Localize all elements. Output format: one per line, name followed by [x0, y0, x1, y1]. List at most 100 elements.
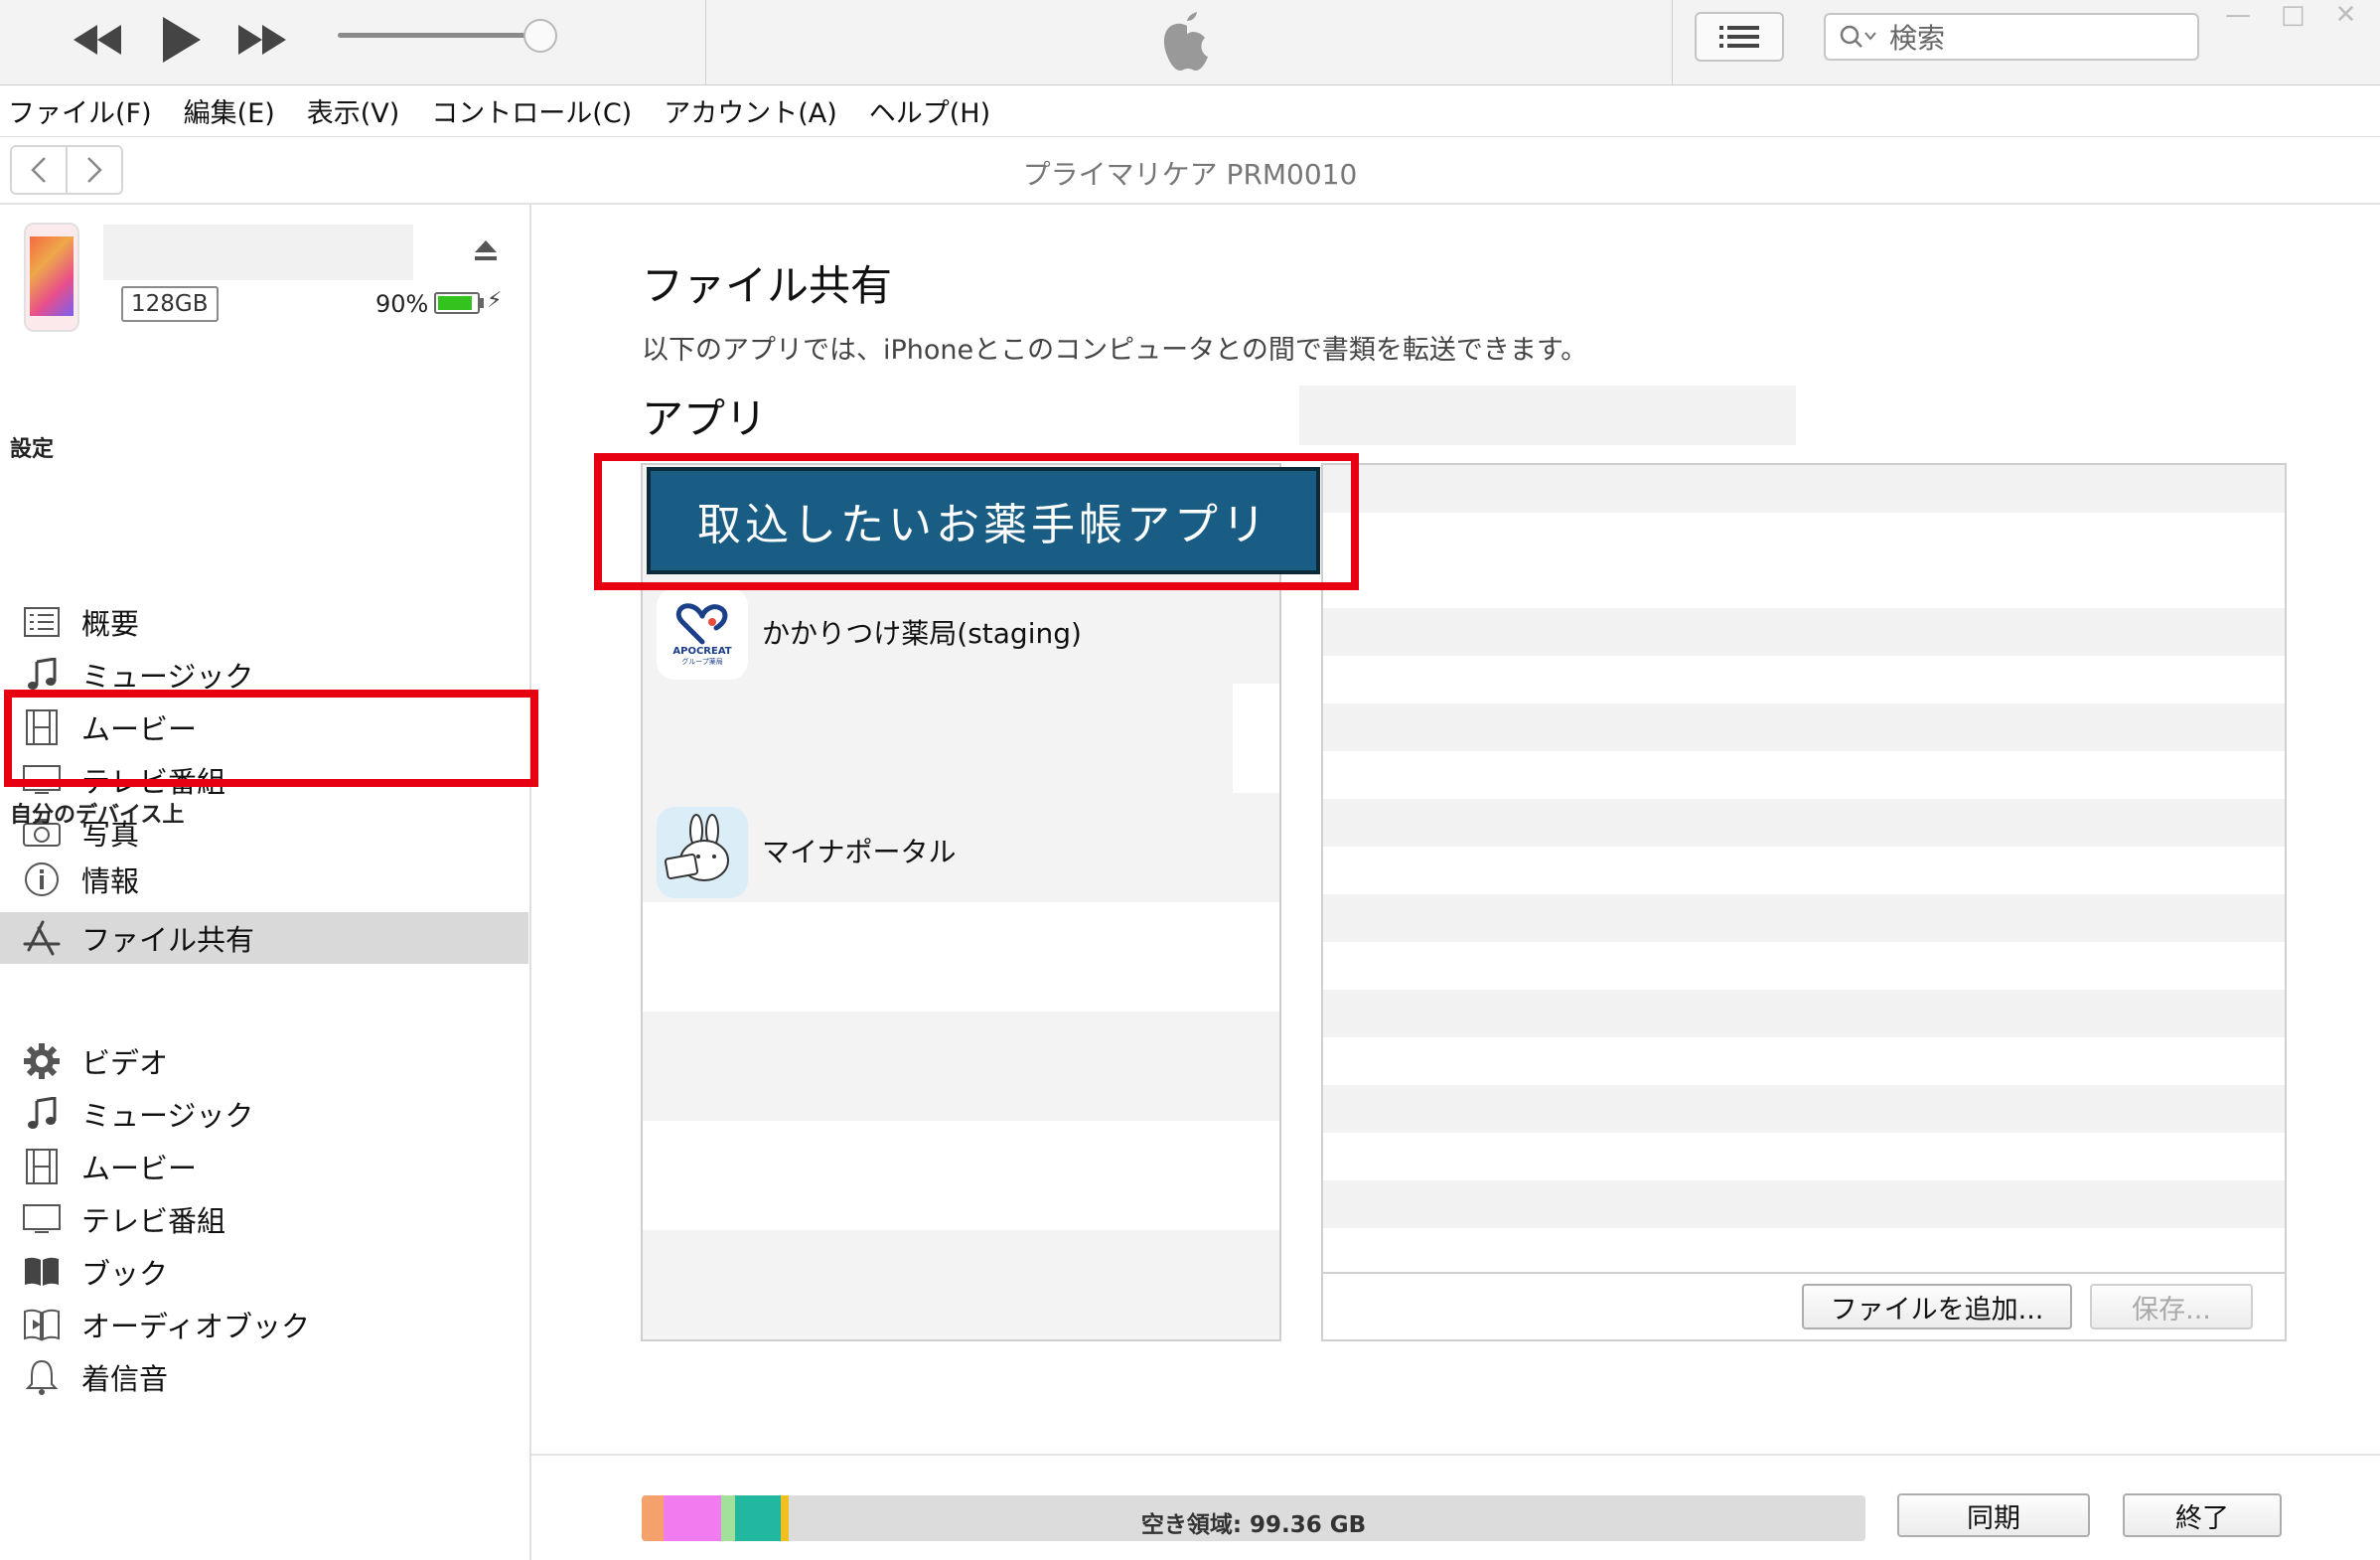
page-description: 以下のアプリでは、iPhoneとこのコンピュータとの間で書類を転送できます。: [642, 335, 1588, 366]
list-item[interactable]: [643, 684, 1233, 793]
list-item[interactable]: [643, 1230, 1279, 1339]
sidebar-item-summary[interactable]: 概要: [0, 596, 528, 648]
chevron-left-icon: [31, 157, 46, 183]
sidebar-item-device-movies[interactable]: ムービー: [0, 1141, 528, 1192]
music-icon: [22, 1094, 62, 1134]
table-row[interactable]: [1323, 608, 2285, 656]
sync-button[interactable]: 同期: [1897, 1493, 2090, 1537]
settings-section-title: 設定: [10, 437, 55, 462]
audiobook-icon: [22, 1305, 62, 1344]
fast-forward-icon: [238, 25, 286, 55]
apple-logo-icon: [1156, 8, 1218, 78]
document-actions: ファイルを追加... 保存...: [1323, 1272, 2285, 1339]
menu-controls[interactable]: コントロール(C): [431, 91, 632, 130]
table-row[interactable]: [1323, 799, 2285, 847]
fast-forward-button[interactable]: [226, 10, 298, 70]
apocreat-app-icon: APOCREAT グループ薬局: [657, 588, 748, 680]
sidebar-item-label: ファイル共有: [81, 923, 255, 957]
tv-icon: [22, 1199, 62, 1239]
apps-column-title: アプリ: [642, 394, 768, 443]
save-button[interactable]: 保存...: [2090, 1284, 2253, 1329]
documents-column-title: [1299, 386, 1796, 445]
document-list[interactable]: ファイルを追加... 保存...: [1321, 463, 2287, 1341]
table-row[interactable]: [1323, 1180, 2285, 1228]
volume-track[interactable]: [338, 33, 541, 38]
table-row[interactable]: [1323, 703, 2285, 751]
apocreat-logo-subtext: グループ薬局: [681, 657, 723, 666]
music-icon: [22, 655, 62, 695]
sidebar-item-info[interactable]: 情報: [0, 859, 528, 899]
search-icon: [1840, 25, 1876, 48]
sidebar-item-file-sharing[interactable]: ファイル共有: [0, 912, 528, 964]
apocreat-logo-text: APOCREAT: [672, 645, 732, 657]
info-icon: [22, 859, 62, 899]
menu-edit[interactable]: 編集(E): [184, 91, 275, 130]
table-row[interactable]: [1323, 990, 2285, 1037]
table-row[interactable]: [1323, 894, 2285, 942]
volume-knob[interactable]: [523, 19, 557, 53]
sidebar-item-video[interactable]: ビデオ: [0, 1035, 528, 1087]
menu-file[interactable]: ファイル(F): [8, 91, 152, 130]
sidebar: 128GB 90% ⚡ 設定 概要 ミュージック ムービー テレビ番組 写真 情…: [0, 205, 531, 1560]
sidebar-item-label: ミュージック: [81, 1099, 254, 1133]
battery-percent: 90%: [375, 290, 429, 318]
menu-account[interactable]: アカウント(A): [664, 91, 837, 130]
sidebar-item-label: ブック: [81, 1257, 169, 1291]
titlebar-divider: [705, 0, 706, 85]
sidebar-item-books[interactable]: ブック: [0, 1246, 528, 1298]
sidebar-item-label: テレビ番組: [81, 1204, 226, 1238]
sidebar-item-device-tv[interactable]: テレビ番組: [0, 1193, 528, 1245]
sidebar-item-label: 着信音: [81, 1362, 169, 1396]
sidebar-item-label: オーディオブック: [81, 1310, 310, 1343]
add-file-button[interactable]: ファイルを追加...: [1802, 1284, 2072, 1329]
done-button[interactable]: 終了: [2123, 1493, 2282, 1537]
rewind-button[interactable]: [62, 10, 133, 70]
table-row[interactable]: [1323, 1085, 2285, 1133]
sidebar-item-label: ムービー: [81, 1152, 198, 1185]
window-controls: — □ ✕: [2225, 0, 2380, 30]
free-space-label: 空き領域: 99.36 GB: [1140, 1512, 1367, 1538]
minimize-button[interactable]: —: [2225, 0, 2251, 30]
search-placeholder: 検索: [1889, 22, 1946, 55]
forward-button[interactable]: [66, 145, 123, 195]
film-icon: [22, 1147, 62, 1186]
play-button[interactable]: [149, 10, 213, 70]
search-field[interactable]: 検索: [1824, 13, 2199, 61]
sidebar-item-ringtones[interactable]: 着信音: [0, 1351, 528, 1403]
highlight-frame: [4, 690, 538, 787]
sidebar-item-audiobooks[interactable]: オーディオブック: [0, 1299, 528, 1350]
nav-bar: プライマリケア PRM0010: [0, 137, 2380, 205]
bottom-bar: 空き領域: 99.36 GB 同期 終了: [531, 1454, 2380, 1560]
list-item[interactable]: [643, 1012, 1279, 1121]
rewind-icon: [74, 25, 121, 55]
app-list[interactable]: APOCREAT グループ薬局 かかりつけ薬局(staging) マイナポータル: [641, 463, 1281, 1341]
back-button[interactable]: [10, 145, 68, 195]
device-name-field[interactable]: [103, 225, 413, 280]
sidebar-item-label: 概要: [81, 607, 140, 641]
gear-icon: [22, 1041, 62, 1081]
sidebar-item-label: 情報: [81, 864, 140, 898]
app-row-mynaportal[interactable]: マイナポータル: [643, 793, 1279, 902]
menu-view[interactable]: 表示(V): [307, 91, 400, 130]
bell-icon: [22, 1357, 62, 1397]
storage-bar: 空き領域: 99.36 GB: [642, 1495, 1865, 1541]
up-next-button[interactable]: [1695, 12, 1784, 62]
battery-icon: [434, 292, 480, 314]
maximize-button[interactable]: □: [2281, 0, 2306, 30]
close-button[interactable]: ✕: [2335, 0, 2357, 30]
summary-icon: [22, 602, 62, 642]
menu-bar: ファイル(F) 編集(E) 表示(V) コントロール(C) アカウント(A) ヘ…: [0, 85, 2380, 137]
list-icon: [1719, 26, 1759, 48]
eject-icon[interactable]: [473, 238, 499, 266]
sidebar-item-label: ビデオ: [81, 1046, 169, 1080]
app-name: かかりつけ薬局(staging): [762, 617, 1082, 650]
sidebar-item-device-music[interactable]: ミュージック: [0, 1088, 528, 1140]
title-bar: 検索 — □ ✕: [0, 0, 2380, 85]
app-name: マイナポータル: [762, 836, 957, 868]
titlebar-divider: [1672, 0, 1673, 85]
appstore-icon: [22, 918, 62, 958]
menu-help[interactable]: ヘルプ(H): [869, 91, 990, 130]
table-row[interactable]: [1323, 465, 2285, 513]
device-section-title: 自分のデバイス上: [10, 803, 185, 828]
app-row-kakaritsuke[interactable]: APOCREAT グループ薬局 かかりつけ薬局(staging): [643, 574, 1279, 684]
